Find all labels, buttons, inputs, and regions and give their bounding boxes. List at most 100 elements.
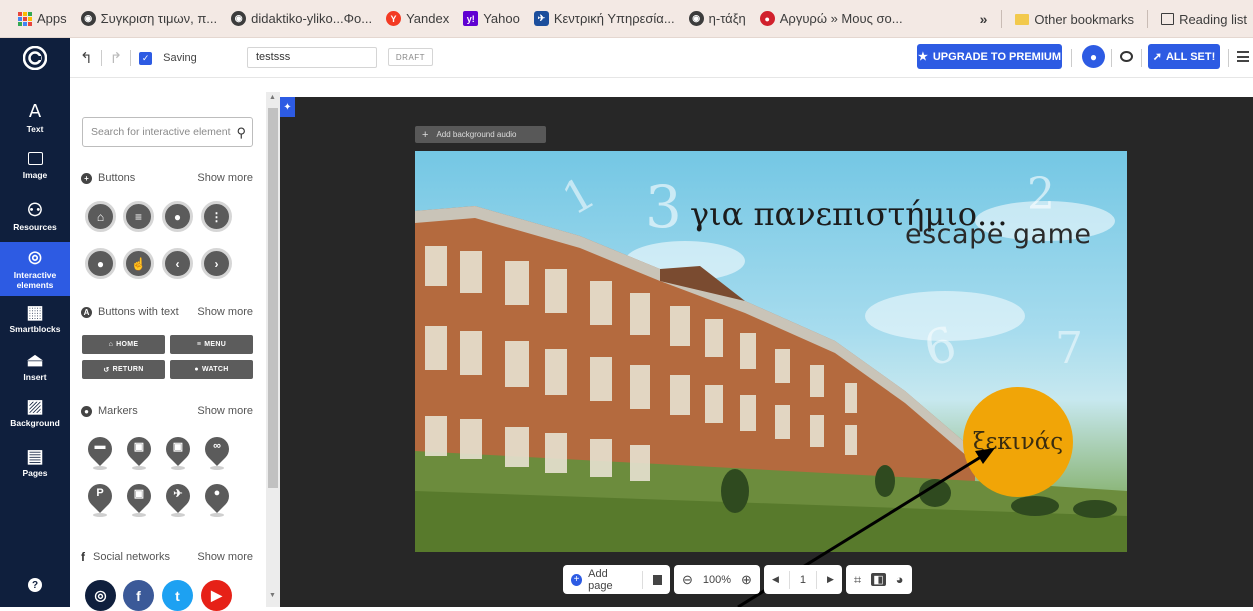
bus-marker-icon[interactable]: ▣ xyxy=(122,432,156,473)
search-input[interactable]: Search for interactive elements ⚲ xyxy=(82,117,253,147)
page-number: 1 xyxy=(799,573,806,586)
sidebar-item-label: Image xyxy=(22,170,48,180)
palette-icon[interactable]: ◕ xyxy=(896,572,904,587)
panel-scrollbar[interactable]: ▲ ▼ xyxy=(266,92,280,607)
bookmarks-overflow-button[interactable]: » xyxy=(972,11,996,27)
sidebar-item-image[interactable]: Image xyxy=(0,152,70,180)
bus2-marker-icon[interactable]: ▣ xyxy=(122,479,156,520)
sidebar-item-interactive-elements[interactable]: ◎ Interactive elements xyxy=(0,242,70,296)
undo-icon[interactable]: ↰ xyxy=(80,49,93,67)
text-a-icon: A xyxy=(81,306,92,318)
start-button[interactable]: ξεκινάς xyxy=(963,387,1073,497)
parking-marker-icon[interactable]: P xyxy=(83,479,117,520)
arrow-left-button-icon[interactable]: ‹ xyxy=(162,248,193,279)
zoom-in-icon[interactable]: ⊕ xyxy=(741,572,752,588)
show-more-link[interactable]: Show more xyxy=(197,551,253,563)
collaborators-icon[interactable]: ● xyxy=(1082,45,1105,68)
youtube-social-icon[interactable]: ▶ xyxy=(201,580,232,611)
show-more-link[interactable]: Show more xyxy=(197,306,253,318)
apps-shortcut[interactable]: Apps xyxy=(0,11,74,26)
home-text-button[interactable]: ⌂ HOME xyxy=(82,335,165,354)
plane-marker-icon[interactable]: ✈ xyxy=(161,479,195,520)
bookmark-item[interactable]: ✈ Κεντρική Υπηρεσία... xyxy=(527,11,682,26)
home-icon: ⌂ xyxy=(108,341,114,348)
menu-icon: ≡ xyxy=(196,341,202,348)
buttons-section-header: + Buttons Show more xyxy=(81,172,253,184)
bookmark-item[interactable]: ◉ η-τάξη xyxy=(682,11,753,26)
return-text-button[interactable]: ↺ RETURN xyxy=(82,360,165,379)
slide-subtitle[interactable]: escape game xyxy=(905,219,1092,250)
background-audio-label: Add background audio xyxy=(436,130,517,139)
other-bookmarks[interactable]: Other bookmarks xyxy=(1008,12,1141,27)
reading-list-icon xyxy=(1161,13,1175,25)
text-button-label: MENU xyxy=(204,341,227,348)
help-icon[interactable]: ? xyxy=(28,578,42,592)
reading-list[interactable]: Reading list xyxy=(1154,12,1253,27)
next-page-icon[interactable]: ▶ xyxy=(827,574,834,585)
sidebar-item-text[interactable]: A Text xyxy=(0,101,70,135)
genially-logo[interactable] xyxy=(0,38,70,78)
add-page-button[interactable]: + Add page xyxy=(571,568,632,592)
interactive-icon: ◎ xyxy=(28,249,42,266)
arrow-right-button-icon[interactable]: › xyxy=(201,248,232,279)
scroll-down-icon[interactable]: ▼ xyxy=(269,592,276,599)
location-button-icon[interactable]: ● xyxy=(85,248,116,279)
bookmark-item[interactable]: ◉ Συγκριση τιμων, π... xyxy=(74,11,225,26)
split-view-icon[interactable]: ◧ xyxy=(871,573,886,586)
all-set-button[interactable]: ➚ ALL SET! xyxy=(1148,44,1220,69)
bookmark-item[interactable]: Y Yandex xyxy=(379,11,456,26)
divider xyxy=(1147,10,1149,28)
bookmark-label: Κεντρική Υπηρεσία... xyxy=(553,11,675,26)
sidebar-item-label: Pages xyxy=(22,468,48,478)
upgrade-premium-button[interactable]: ★ UPGRADE TO PREMIUM xyxy=(917,44,1062,69)
project-name-input[interactable]: testsss xyxy=(247,47,377,68)
menu-text-button[interactable]: ≡ MENU xyxy=(170,335,253,354)
hand-button-icon[interactable]: ☝ xyxy=(123,248,154,279)
sidebar-item-label: Interactive elements xyxy=(13,270,57,290)
zoom-out-icon[interactable]: ⊖ xyxy=(682,572,693,588)
autosave-checkbox[interactable]: ✓ xyxy=(139,51,153,65)
redo-icon[interactable]: ↱ xyxy=(110,49,123,67)
genially-social-icon[interactable]: ◎ xyxy=(85,580,116,611)
add-background-audio-button[interactable]: + Add background audio xyxy=(415,126,546,143)
eye-button-icon[interactable]: ● xyxy=(162,201,193,232)
divider xyxy=(1071,49,1072,67)
bookmark-item[interactable]: ● Αργυρώ » Μους σο... xyxy=(753,11,910,26)
show-more-link[interactable]: Show more xyxy=(197,172,253,184)
genially-logo-icon xyxy=(23,46,47,70)
bike-marker-icon[interactable]: ∞ xyxy=(200,432,234,473)
grid-icon[interactable]: ⌗ xyxy=(854,572,861,588)
start-label: ξεκινάς xyxy=(972,429,1064,455)
menu-icon[interactable] xyxy=(1237,51,1249,62)
more-button-icon[interactable]: ⋮ xyxy=(201,201,232,232)
car-marker-icon[interactable]: ▬ xyxy=(83,432,117,473)
page-view-icon[interactable] xyxy=(652,574,662,585)
pin-icon[interactable]: ✦ xyxy=(280,97,295,117)
apple-marker-icon[interactable]: ● xyxy=(200,479,234,520)
text-icon: A xyxy=(28,101,42,122)
previous-page-icon[interactable]: ◀ xyxy=(772,574,779,585)
search-placeholder: Search for interactive elements xyxy=(91,126,231,138)
plus-circle-icon: + xyxy=(571,573,583,586)
text-button-label: WATCH xyxy=(201,366,229,373)
show-more-link[interactable]: Show more xyxy=(197,405,253,417)
bookmark-item[interactable]: y! Yahoo xyxy=(456,11,527,26)
home-button-icon[interactable]: ⌂ xyxy=(85,201,116,232)
bookmark-item[interactable]: ◉ didaktiko-yliko...Φο... xyxy=(224,11,379,26)
scrollbar-thumb[interactable] xyxy=(268,108,278,488)
train-marker-icon[interactable]: ▣ xyxy=(161,432,195,473)
twitter-social-icon[interactable]: t xyxy=(162,580,193,611)
watch-text-button[interactable]: ● WATCH xyxy=(170,360,253,379)
sidebar-item-background[interactable]: ▨ Background xyxy=(0,396,70,428)
sidebar-item-insert[interactable]: ⏏ Insert xyxy=(0,350,70,382)
sidebar-item-pages[interactable]: ▤ Pages xyxy=(0,446,70,478)
preview-eye-icon[interactable] xyxy=(1120,51,1133,62)
scroll-up-icon[interactable]: ▲ xyxy=(269,94,276,101)
sidebar-item-resources[interactable]: ⚇ Resources xyxy=(0,200,70,232)
menu-button-icon[interactable]: ≡ xyxy=(123,201,154,232)
facebook-social-icon[interactable]: f xyxy=(123,580,154,611)
plus-icon: + xyxy=(81,172,92,184)
slide-canvas[interactable]: 1 3 2 6 7 για πανεπιστήμιο... escape gam… xyxy=(415,151,1127,552)
editor-toolbar: ↰ ↱ ✓ Saving testsss DRAFT ★ UPGRADE TO … xyxy=(0,38,1253,78)
sidebar-item-smartblocks[interactable]: ▦ Smartblocks xyxy=(0,302,70,334)
